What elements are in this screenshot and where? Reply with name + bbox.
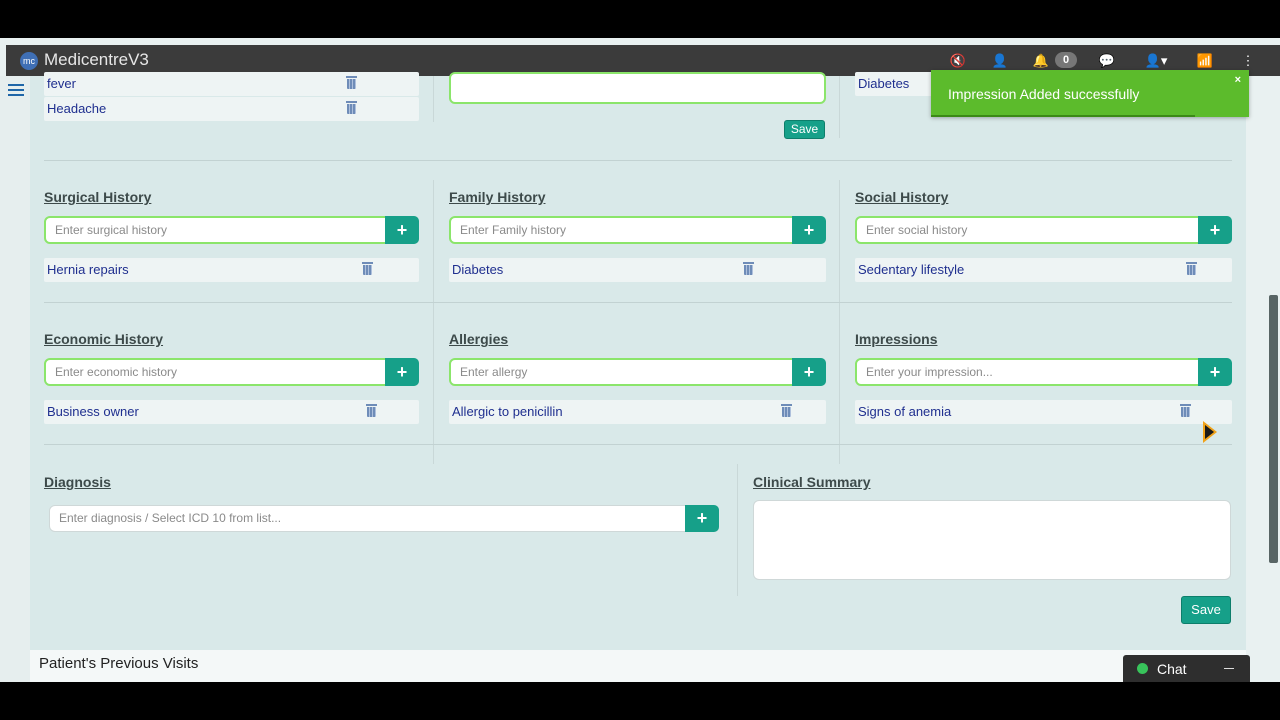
section-title: Family History	[449, 189, 546, 205]
allergy-input[interactable]	[451, 360, 791, 384]
allergy-field: +	[449, 358, 826, 386]
column-divider	[839, 76, 840, 138]
trash-icon[interactable]	[346, 76, 357, 89]
complaint-label: Headache	[47, 101, 107, 116]
wifi-icon: 📶	[1196, 53, 1214, 68]
section-title: Impressions	[855, 331, 938, 347]
add-social-history-button[interactable]: +	[1198, 216, 1232, 244]
diagnosis-field: +	[49, 505, 719, 532]
social-history-field: +	[855, 216, 1232, 244]
surgical-history-input[interactable]	[46, 218, 384, 242]
toast-message: Impression Added successfully	[948, 86, 1140, 102]
list-item: Allergic to penicillin	[449, 400, 826, 424]
history-item-label: Sedentary lifestyle	[858, 262, 965, 277]
add-surgical-history-button[interactable]: +	[385, 216, 419, 244]
column-divider	[839, 180, 840, 464]
trash-icon[interactable]	[366, 404, 377, 417]
diagnosis-input[interactable]	[50, 506, 684, 530]
section-title: Allergies	[449, 331, 509, 347]
list-item: fever	[44, 72, 419, 96]
complaint-notes-textarea[interactable]	[449, 72, 826, 104]
history-item-label: Diabetes	[858, 76, 910, 91]
impression-input[interactable]	[857, 360, 1197, 384]
section-title: Economic History	[44, 331, 164, 347]
column-divider	[433, 180, 434, 464]
add-allergy-button[interactable]: +	[792, 358, 826, 386]
add-economic-history-button[interactable]: +	[385, 358, 419, 386]
app-screen: mc MedicentreV3 🔇 👤 🔔 0 💬 👤▾ 📶 ⋮ fever H…	[0, 38, 1280, 682]
mouse-cursor	[1203, 421, 1217, 443]
impression-field: +	[855, 358, 1232, 386]
list-item: Business owner	[44, 400, 419, 424]
divider	[44, 302, 1232, 303]
column-divider	[737, 464, 738, 596]
economic-history-input[interactable]	[46, 360, 384, 384]
history-item-label: Diabetes	[452, 262, 504, 277]
mute-icon[interactable]: 🔇	[949, 52, 967, 70]
app-title: MedicentreV3	[44, 50, 149, 69]
sidebar-strip	[0, 76, 30, 682]
add-impression-button[interactable]: +	[1198, 358, 1232, 386]
previous-visits-title: Patient's Previous Visits	[39, 655, 199, 672]
section-title: Surgical History	[44, 189, 152, 205]
success-toast: Impression Added successfully ×	[931, 70, 1249, 117]
section-title: Diagnosis	[44, 474, 111, 490]
history-item-label: Business owner	[47, 404, 139, 419]
trash-icon[interactable]	[781, 404, 792, 417]
history-item-label: Allergic to penicillin	[452, 404, 563, 419]
trash-icon[interactable]	[346, 101, 357, 114]
hamburger-icon[interactable]	[8, 84, 24, 96]
previous-visits-header[interactable]: Patient's Previous Visits	[30, 650, 1246, 682]
column-divider	[433, 76, 434, 122]
list-item: Diabetes	[449, 258, 826, 282]
patient-form-panel: fever Headache Save Diabetes Surgical Hi…	[30, 72, 1246, 678]
close-icon[interactable]: ×	[1235, 74, 1241, 86]
user-icon[interactable]: 👤	[991, 52, 1009, 70]
online-status-dot	[1137, 663, 1148, 674]
list-item: Hernia repairs	[44, 258, 419, 282]
add-diagnosis-button[interactable]: +	[685, 505, 719, 532]
trash-icon[interactable]	[1186, 262, 1197, 275]
divider	[44, 444, 1232, 445]
trash-icon[interactable]	[1180, 404, 1191, 417]
family-history-input[interactable]	[451, 218, 791, 242]
save-button[interactable]: Save	[784, 120, 825, 139]
trash-icon[interactable]	[743, 262, 754, 275]
divider	[44, 160, 1232, 161]
list-item: Sedentary lifestyle	[855, 258, 1232, 282]
history-item-label: Hernia repairs	[47, 262, 129, 277]
kebab-icon[interactable]: ⋮	[1239, 52, 1257, 70]
surgical-history-field: +	[44, 216, 419, 244]
economic-history-field: +	[44, 358, 419, 386]
chat-label: Chat	[1157, 661, 1187, 677]
chat-bubbles-icon[interactable]: 💬	[1098, 52, 1116, 70]
history-item-label: Signs of anemia	[858, 404, 952, 419]
clinical-summary-textarea[interactable]	[753, 500, 1231, 580]
chat-widget[interactable]: Chat	[1123, 655, 1250, 682]
list-item: Headache	[44, 97, 419, 121]
section-title: Social History	[855, 189, 949, 205]
notification-badge: 0	[1055, 52, 1077, 68]
complaint-label: fever	[47, 76, 76, 91]
save-clinical-summary-button[interactable]: Save	[1181, 596, 1231, 624]
app-logo: mc	[20, 52, 38, 70]
social-history-input[interactable]	[857, 218, 1197, 242]
trash-icon[interactable]	[362, 262, 373, 275]
bell-icon[interactable]: 🔔	[1032, 52, 1050, 70]
list-item: Signs of anemia	[855, 400, 1232, 424]
section-title: Clinical Summary	[753, 474, 871, 490]
minimize-icon[interactable]	[1224, 668, 1234, 669]
toast-progress-bar	[931, 115, 1195, 117]
add-family-history-button[interactable]: +	[792, 216, 826, 244]
user-dropdown-icon[interactable]: 👤▾	[1143, 52, 1169, 70]
family-history-field: +	[449, 216, 826, 244]
page-scrollbar[interactable]	[1269, 295, 1278, 563]
